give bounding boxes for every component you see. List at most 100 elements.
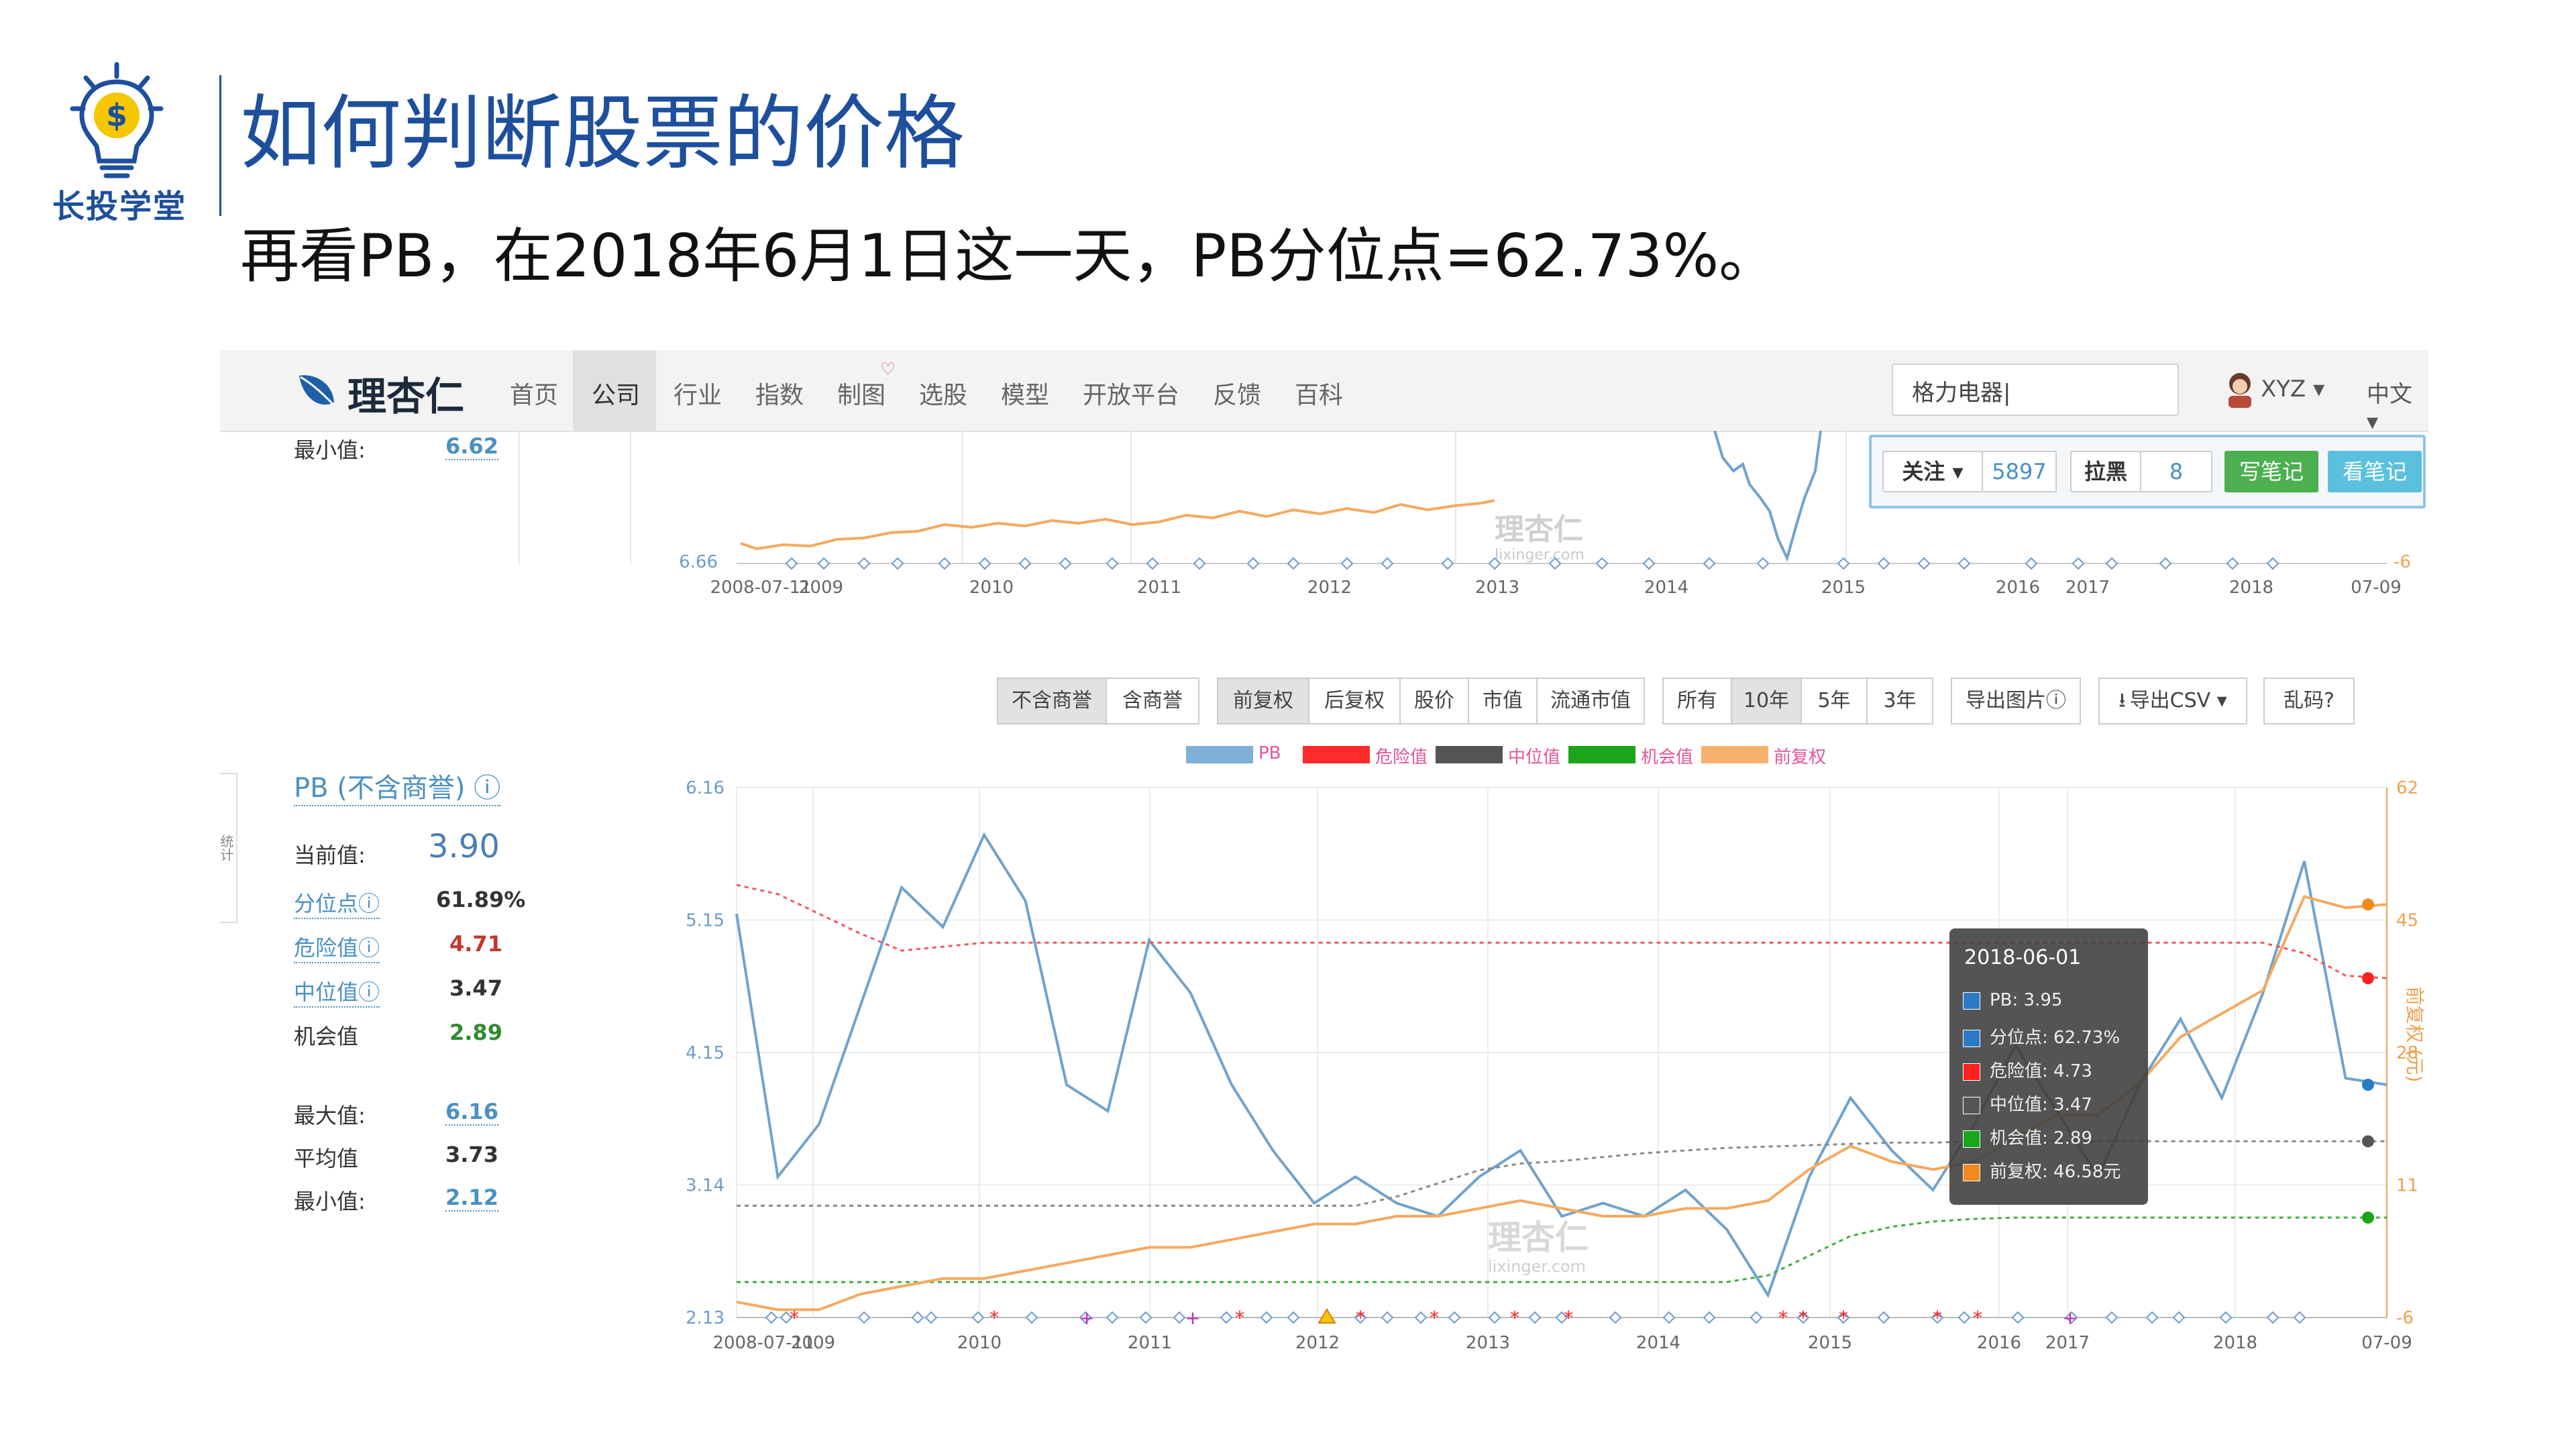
- event-diamond-marker[interactable]: [2011, 1311, 2025, 1324]
- tooltip-swatch: [1963, 1096, 1980, 1114]
- event-diamond-marker[interactable]: [1260, 1311, 1273, 1324]
- event-star-marker[interactable]: *: [1235, 1307, 1244, 1329]
- x-tick-label: 2014: [1636, 1333, 1680, 1353]
- tooltip-row-pb: PB: 3.95: [1963, 990, 2062, 1010]
- event-star-marker[interactable]: *: [790, 1307, 799, 1329]
- event-star-marker[interactable]: *: [1778, 1307, 1788, 1329]
- x-tick-label: 2015: [1808, 1333, 1852, 1353]
- event-diamond-marker[interactable]: [1957, 1311, 1971, 1324]
- watermark-url: lixinger.com: [1488, 1257, 1586, 1276]
- event-diamond-marker[interactable]: [2105, 1311, 2118, 1324]
- event-diamond-marker[interactable]: [1220, 1311, 1233, 1324]
- tooltip-date: 2018-06-01: [1964, 946, 2082, 969]
- y2-tick-label: -6: [2396, 1308, 2414, 1328]
- event-diamond-marker[interactable]: [1877, 1311, 1890, 1324]
- event-diamond-marker[interactable]: [1488, 1311, 1501, 1324]
- x-tick-label: 2010: [957, 1333, 1002, 1353]
- event-diamond-marker[interactable]: [2172, 1311, 2186, 1324]
- event-star-marker[interactable]: *: [1564, 1307, 1573, 1329]
- event-diamond-marker[interactable]: [1448, 1311, 1461, 1324]
- event-triangle-marker[interactable]: [1318, 1308, 1336, 1324]
- event-star-marker[interactable]: *: [1839, 1307, 1848, 1329]
- event-star-marker[interactable]: *: [989, 1307, 999, 1329]
- svg-text:$: $: [106, 97, 127, 133]
- event-diamond-marker[interactable]: [1106, 1311, 1119, 1324]
- tooltip-swatch: [1963, 1029, 1980, 1047]
- x-tick-label: 2011: [1128, 1333, 1172, 1353]
- x-tick-label: 2018: [2213, 1333, 2257, 1353]
- event-star-marker[interactable]: *: [1356, 1307, 1365, 1329]
- tooltip-text: PB: 3.95: [1990, 990, 2063, 1010]
- y-tick-label: 2.13: [686, 1308, 724, 1328]
- lixinger-screenshot: 理杏仁 首页 公司 行业 指数 制图 ♡ 选股 模型 开放平台 反馈 百科 格力…: [220, 350, 2428, 1383]
- event-diamond-marker[interactable]: [1381, 1311, 1394, 1324]
- event-diamond-marker[interactable]: [911, 1311, 924, 1324]
- right-axis-label: 前复权 (元): [2404, 987, 2426, 1083]
- tooltip-swatch: [1963, 1063, 1980, 1081]
- tooltip-row-percentile: 分位点: 62.73%: [1963, 1024, 2120, 1049]
- y-tick-label: 5.15: [686, 911, 724, 931]
- event-diamond-marker[interactable]: [765, 1311, 778, 1324]
- event-diamond-marker[interactable]: [2266, 1311, 2279, 1324]
- event-diamond-marker[interactable]: [1287, 1311, 1300, 1324]
- brand-name: 长投学堂: [52, 188, 187, 225]
- slide-subtitle: 再看PB，在2018年6月1日这一天，PB分位点=62.73%。: [240, 221, 1778, 290]
- tooltip-swatch: [1963, 991, 1980, 1010]
- y-tick-label: 4.15: [686, 1043, 724, 1063]
- tooltip-row-median: 中位值: 3.47: [1963, 1091, 2092, 1116]
- x-tick-label: 2012: [1295, 1333, 1340, 1353]
- event-star-marker[interactable]: *: [1430, 1307, 1439, 1329]
- event-diamond-marker[interactable]: [857, 1311, 871, 1324]
- x-tick-label: 2016: [1977, 1333, 2021, 1353]
- y-tick-label: 3.14: [686, 1176, 724, 1196]
- y2-tick-label: 62: [2396, 778, 2418, 798]
- tooltip-swatch: [1963, 1130, 1980, 1148]
- event-diamond-marker[interactable]: [924, 1311, 938, 1324]
- event-plus-marker[interactable]: +: [2062, 1307, 2078, 1329]
- series-endpoint-危险值[interactable]: [2362, 972, 2374, 985]
- event-star-marker[interactable]: *: [1973, 1307, 1982, 1329]
- tooltip-row-adjusted: 前复权: 46.58元: [1963, 1158, 2121, 1183]
- y2-tick-label: 45: [2396, 911, 2418, 931]
- event-diamond-marker[interactable]: [1528, 1311, 1542, 1324]
- series-endpoint-中位值[interactable]: [2362, 1135, 2374, 1148]
- x-tick-label: 07-09: [2361, 1333, 2412, 1353]
- chart-tooltip: 2018-06-01 PB: 3.95 分位点: 62.73% 危险值: 4.7…: [1949, 928, 2148, 1205]
- x-tick-label: 2013: [1466, 1333, 1510, 1353]
- event-diamond-marker[interactable]: [1025, 1311, 1038, 1324]
- header-divider: [219, 75, 221, 216]
- event-diamond-marker[interactable]: [1609, 1311, 1622, 1324]
- tooltip-text: 危险值: 4.73: [1990, 1061, 2092, 1081]
- event-diamond-marker[interactable]: [1703, 1311, 1716, 1324]
- series-endpoint-PB[interactable]: [2362, 1079, 2374, 1091]
- pb-chart[interactable]: 6.165.154.153.142.13 62452811-6 2008-07-…: [220, 350, 2428, 1383]
- event-star-marker[interactable]: *: [1510, 1307, 1519, 1329]
- event-diamond-marker[interactable]: [1414, 1311, 1428, 1324]
- y2-tick-label: 11: [2396, 1176, 2418, 1196]
- x-tick-label: 2009: [791, 1333, 835, 1353]
- slide-title: 如何判断股票的价格: [240, 87, 965, 180]
- watermark: 理杏仁: [1488, 1218, 1589, 1257]
- event-diamond-marker[interactable]: [971, 1311, 985, 1324]
- tooltip-row-danger: 危险值: 4.73: [1963, 1057, 2092, 1082]
- event-diamond-marker[interactable]: [1662, 1311, 1676, 1324]
- y-tick-label: 6.16: [686, 778, 724, 798]
- tooltip-swatch: [1963, 1163, 1980, 1181]
- event-diamond-marker[interactable]: [1750, 1311, 1763, 1324]
- tooltip-text: 分位点: 62.73%: [1990, 1028, 2121, 1048]
- event-diamond-marker[interactable]: [1173, 1311, 1186, 1324]
- event-plus-marker[interactable]: +: [1079, 1307, 1094, 1329]
- tooltip-text: 前复权: 46.58元: [1990, 1162, 2121, 1182]
- event-diamond-marker[interactable]: [2219, 1311, 2233, 1324]
- event-diamond-marker[interactable]: [2293, 1311, 2306, 1324]
- event-plus-marker[interactable]: +: [1185, 1307, 1200, 1329]
- event-star-marker[interactable]: *: [1933, 1307, 1942, 1329]
- series-endpoint-前复权[interactable]: [2362, 898, 2374, 911]
- series-endpoint-机会值[interactable]: [2362, 1212, 2374, 1224]
- x-tick-label: 2017: [2045, 1333, 2090, 1353]
- event-star-marker[interactable]: *: [1799, 1307, 1808, 1329]
- event-diamond-marker[interactable]: [2145, 1311, 2159, 1324]
- tooltip-row-opportunity: 机会值: 2.89: [1963, 1124, 2092, 1149]
- tooltip-text: 机会值: 2.89: [1990, 1128, 2092, 1148]
- tooltip-text: 中位值: 3.47: [1990, 1095, 2092, 1115]
